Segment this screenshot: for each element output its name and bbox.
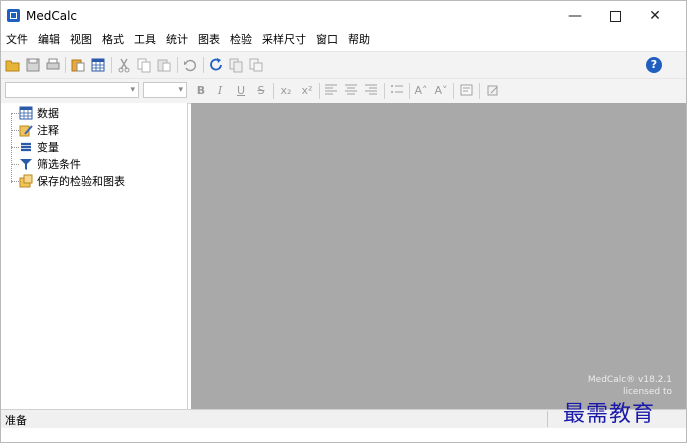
status-text: 准备 [5, 414, 27, 427]
align-center-icon[interactable] [343, 83, 359, 99]
tree-item-label: 注释 [37, 124, 59, 137]
bold-button[interactable]: B [193, 83, 209, 99]
menu-view[interactable]: 视图 [65, 31, 97, 49]
paste-icon[interactable] [156, 57, 172, 73]
app-window: MedCalc — ✕ 文件 编辑 视图 格式 工具 统计 图表 检验 采样尺寸… [0, 0, 687, 443]
workspace-area[interactable]: MedCalc® v18.2.1 licensed to [191, 103, 686, 409]
toolbar-separator [203, 57, 204, 73]
spreadsheet-icon [19, 106, 33, 120]
menu-graphs[interactable]: 图表 [193, 31, 225, 49]
tree-connector [11, 147, 19, 148]
tree-item-variables[interactable]: 变量 [19, 139, 59, 155]
copy-icon[interactable] [136, 57, 152, 73]
close-button[interactable]: ✕ [637, 5, 673, 27]
toolbar-separator [319, 83, 320, 99]
save-icon[interactable] [25, 57, 41, 73]
insert-note-icon[interactable] [459, 83, 475, 99]
tree-connector [11, 113, 19, 114]
menu-format[interactable]: 格式 [97, 31, 129, 49]
menu-tools[interactable]: 工具 [129, 31, 161, 49]
saved-graphs-icon [19, 174, 33, 188]
note-pencil-icon [19, 123, 33, 137]
format-toolbar: ▾ ▾ B I U S x₂ x² A˄ A˅ [1, 79, 686, 104]
menu-help[interactable]: 帮助 [343, 31, 375, 49]
copy-graph-icon[interactable] [228, 57, 244, 73]
toolbar-separator [65, 57, 66, 73]
align-left-icon[interactable] [323, 83, 339, 99]
refresh-icon[interactable] [208, 57, 224, 73]
menu-statistics[interactable]: 统计 [161, 31, 193, 49]
menu-tests[interactable]: 检验 [225, 31, 257, 49]
filter-icon [19, 157, 33, 171]
paste-special-icon[interactable] [70, 57, 86, 73]
status-separator [547, 411, 548, 427]
tree-item-label: 数据 [37, 107, 59, 120]
superscript-button[interactable]: x² [299, 83, 315, 99]
subscript-button[interactable]: x₂ [278, 83, 294, 99]
toolbar-separator [479, 83, 480, 99]
align-right-icon[interactable] [363, 83, 379, 99]
tree-item-saved-tests[interactable]: 保存的检验和图表 [19, 173, 125, 189]
window-title: MedCalc [26, 9, 78, 23]
toolbar-separator [111, 57, 112, 73]
toolbar-separator [384, 83, 385, 99]
menu-file[interactable]: 文件 [1, 31, 33, 49]
minimize-button[interactable]: — [557, 5, 593, 27]
watermark-text: 最需教育 [563, 402, 656, 427]
variables-icon [19, 140, 33, 154]
toolbar-separator [409, 83, 410, 99]
undo-icon[interactable] [182, 57, 198, 73]
menu-edit[interactable]: 编辑 [33, 31, 65, 49]
strikethrough-button[interactable]: S [253, 83, 269, 99]
menu-window[interactable]: 窗口 [311, 31, 343, 49]
tree-connector [11, 181, 19, 182]
cut-icon[interactable] [116, 57, 132, 73]
tree-item-notes[interactable]: 注释 [19, 122, 59, 138]
title-bar[interactable]: MedCalc — ✕ [1, 1, 686, 31]
tree-item-label: 变量 [37, 141, 59, 154]
navigation-tree: 数据 注释 变量 筛选条件 保存的检验和图表 [1, 103, 188, 409]
chevron-down-icon: ▾ [130, 85, 135, 95]
open-icon[interactable] [5, 57, 21, 73]
help-icon[interactable]: ? [646, 57, 662, 73]
tree-connector [11, 113, 12, 183]
menu-sampling[interactable]: 采样尺寸 [257, 31, 311, 49]
maximize-icon [609, 10, 621, 22]
version-label: MedCalc® v18.2.1 [587, 375, 672, 385]
medcalc-app-icon[interactable] [7, 9, 20, 22]
print-icon[interactable] [45, 57, 61, 73]
font-name-combo[interactable]: ▾ [5, 82, 139, 98]
tree-connector [11, 130, 19, 131]
font-size-combo[interactable]: ▾ [143, 82, 187, 98]
tree-item-data[interactable]: 数据 [19, 105, 59, 121]
grow-font-button[interactable]: A˄ [413, 83, 429, 99]
maximize-button[interactable] [597, 5, 633, 27]
toolbar-separator [453, 83, 454, 99]
spreadsheet-icon[interactable] [90, 57, 106, 73]
tree-item-filters[interactable]: 筛选条件 [19, 156, 81, 172]
shrink-font-button[interactable]: A˅ [433, 83, 449, 99]
italic-button[interactable]: I [212, 83, 228, 99]
underline-button[interactable]: U [233, 83, 249, 99]
toolbar-separator [177, 57, 178, 73]
toolbar-separator [273, 83, 274, 99]
bullet-list-icon[interactable] [389, 83, 405, 99]
tree-item-label: 筛选条件 [37, 158, 81, 171]
menu-bar: 文件 编辑 视图 格式 工具 统计 图表 检验 采样尺寸 窗口 帮助 [1, 31, 686, 49]
copy-table-icon[interactable] [248, 57, 264, 73]
standard-toolbar: ? [1, 51, 686, 79]
chevron-down-icon: ▾ [178, 85, 183, 95]
tree-connector [11, 164, 19, 165]
tree-item-label: 保存的检验和图表 [37, 175, 125, 188]
format-graph-icon[interactable] [485, 83, 501, 99]
